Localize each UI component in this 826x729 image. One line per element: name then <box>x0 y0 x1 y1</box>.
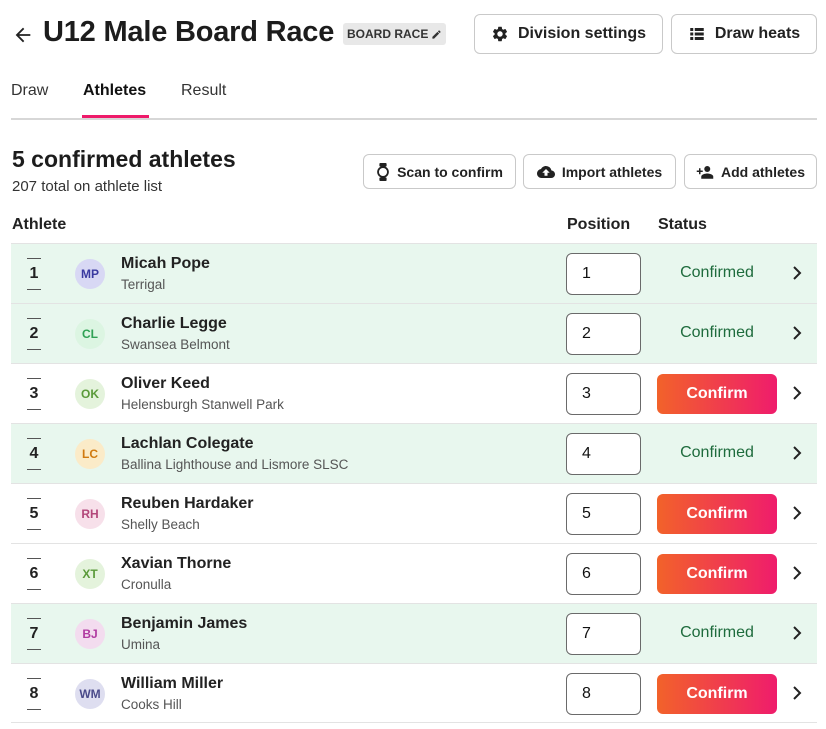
athlete-row[interactable]: 4 LC Lachlan Colegate Ballina Lighthouse an… <box>11 423 817 483</box>
position-input[interactable] <box>566 493 641 535</box>
rank-number: 5 <box>27 498 41 530</box>
watch-icon <box>377 162 389 181</box>
athlete-row[interactable]: 5 RH Reuben Hardaker Shelly Beach Confirm <box>11 483 817 543</box>
add-person-icon <box>696 165 714 179</box>
rank-number: 3 <box>27 378 41 410</box>
athlete-row[interactable]: 3 OK Oliver Keed Helensburgh Stanwell Park C… <box>11 363 817 423</box>
status-column-header: Status <box>658 216 707 233</box>
add-athletes-label: Add athletes <box>720 163 805 180</box>
division-settings-label: Division settings <box>517 25 647 42</box>
athlete-column-header: Athlete <box>12 216 67 233</box>
position-input[interactable] <box>566 553 641 595</box>
athlete-name: Xavian Thorne <box>121 555 232 572</box>
position-column-header: Position <box>567 216 631 233</box>
gear-icon <box>492 26 507 42</box>
position-input[interactable] <box>566 613 641 655</box>
rank-number: 6 <box>27 558 41 590</box>
rank-number: 4 <box>27 438 41 470</box>
chevron-right-icon[interactable] <box>791 385 803 401</box>
badge-label: BOARD RACE <box>347 27 429 41</box>
rank-number: 1 <box>27 258 41 290</box>
tab-bar: Draw Athletes Result <box>11 78 817 120</box>
athlete-row[interactable]: 8 WM William Miller Cooks Hill Confirm <box>11 663 817 723</box>
page-header: U12 Male Board Race BOARD RACE Division … <box>0 0 826 70</box>
chevron-right-icon[interactable] <box>791 445 803 461</box>
athlete-club: Swansea Belmont <box>121 337 230 352</box>
athlete-row[interactable]: 1 MP Micah Pope Terrigal Confirmed <box>11 243 817 303</box>
avatar: OK <box>75 379 105 409</box>
import-athletes-label: Import athletes <box>561 163 663 180</box>
draw-heats-label: Draw heats <box>714 25 801 42</box>
avatar: WM <box>75 679 105 709</box>
total-athletes-text: 207 total on athlete list <box>12 178 163 195</box>
back-arrow-icon[interactable] <box>12 24 34 46</box>
athlete-club: Cooks Hill <box>121 697 182 712</box>
avatar: RH <box>75 499 105 529</box>
athlete-name: Charlie Legge <box>121 315 227 332</box>
athlete-club: Helensburgh Stanwell Park <box>121 397 284 412</box>
athlete-name: Lachlan Colegate <box>121 435 254 452</box>
chevron-right-icon[interactable] <box>791 565 803 581</box>
rank-number: 2 <box>27 318 41 350</box>
position-input[interactable] <box>566 433 641 475</box>
athlete-club: Cronulla <box>121 577 172 592</box>
athlete-club: Shelly Beach <box>121 517 200 532</box>
avatar: LC <box>75 439 105 469</box>
tab-athletes[interactable]: Athletes <box>83 82 146 100</box>
rank-number: 7 <box>27 618 41 650</box>
position-input[interactable] <box>566 373 641 415</box>
confirmed-count-heading: 5 confirmed athletes <box>12 146 236 172</box>
page-title: U12 Male Board Race <box>43 16 335 48</box>
athlete-row[interactable]: 2 CL Charlie Legge Swansea Belmont Confirmed <box>11 303 817 363</box>
draw-heats-button[interactable]: Draw heats <box>671 14 817 54</box>
confirm-button[interactable]: Confirm <box>657 494 777 534</box>
chevron-right-icon[interactable] <box>791 265 803 281</box>
athlete-club: Ballina Lighthouse and Lismore SLSC <box>121 457 349 472</box>
event-type-badge[interactable]: BOARD RACE <box>343 23 447 45</box>
athlete-club: Umina <box>121 637 161 652</box>
tab-draw[interactable]: Draw <box>11 82 48 100</box>
scan-to-confirm-label: Scan to confirm <box>397 163 503 180</box>
athlete-name: William Miller <box>121 675 224 692</box>
confirm-button[interactable]: Confirm <box>657 674 777 714</box>
avatar: MP <box>75 259 105 289</box>
athlete-name: Micah Pope <box>121 255 210 272</box>
cloud-upload-icon <box>536 165 555 178</box>
position-input[interactable] <box>566 313 641 355</box>
position-input[interactable] <box>566 253 641 295</box>
athlete-name: Oliver Keed <box>121 375 210 392</box>
status-confirmed-text: Confirmed <box>680 444 754 461</box>
status-confirmed-text: Confirmed <box>680 264 754 281</box>
athlete-name: Reuben Hardaker <box>121 495 254 512</box>
pencil-icon <box>432 29 441 39</box>
avatar: CL <box>75 319 105 349</box>
scan-to-confirm-button[interactable]: Scan to confirm <box>363 154 516 189</box>
avatar: BJ <box>75 619 105 649</box>
chevron-right-icon[interactable] <box>791 505 803 521</box>
athlete-row[interactable]: 7 BJ Benjamin James Umina Confirmed <box>11 603 817 663</box>
active-tab-indicator <box>82 115 149 118</box>
tab-result[interactable]: Result <box>181 82 226 100</box>
athlete-table: 1 MP Micah Pope Terrigal Confirmed 2 CL Charlie… <box>11 243 817 723</box>
athlete-row[interactable]: 6 XT Xavian Thorne Cronulla Confirm <box>11 543 817 603</box>
list-icon <box>690 28 704 40</box>
chevron-right-icon[interactable] <box>791 325 803 341</box>
athlete-club: Terrigal <box>121 277 166 292</box>
status-confirmed-text: Confirmed <box>680 624 754 641</box>
avatar: XT <box>75 559 105 589</box>
division-settings-button[interactable]: Division settings <box>474 14 663 54</box>
status-confirmed-text: Confirmed <box>680 324 754 341</box>
confirm-button[interactable]: Confirm <box>657 554 777 594</box>
chevron-right-icon[interactable] <box>791 625 803 641</box>
add-athletes-button[interactable]: Add athletes <box>684 154 817 189</box>
chevron-right-icon[interactable] <box>791 685 803 701</box>
athlete-name: Benjamin James <box>121 615 248 632</box>
position-input[interactable] <box>566 673 641 715</box>
rank-number: 8 <box>27 678 41 710</box>
import-athletes-button[interactable]: Import athletes <box>523 154 676 189</box>
confirm-button[interactable]: Confirm <box>657 374 777 414</box>
